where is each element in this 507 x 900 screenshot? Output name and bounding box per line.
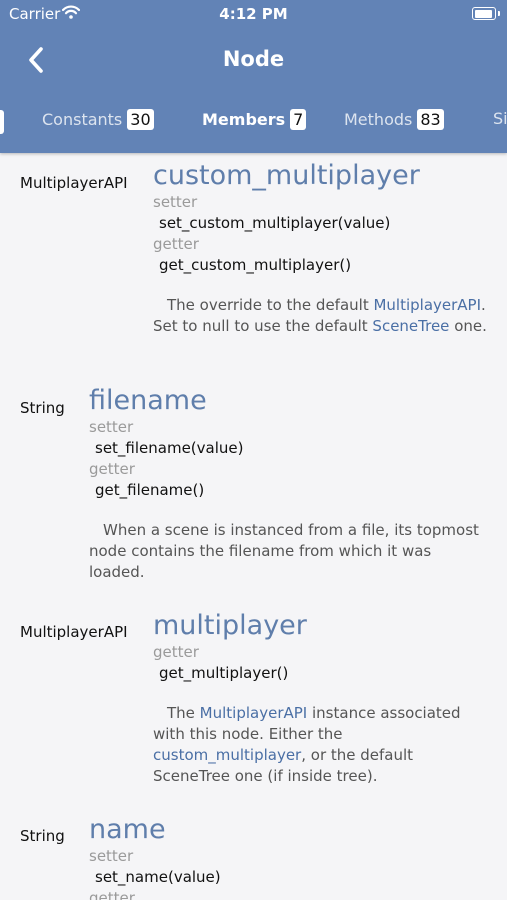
member-type: MultiplayerAPI [20,174,128,192]
link-multiplayerapi[interactable]: MultiplayerAPI [373,296,481,314]
tab-methods-count: 83 [417,109,444,130]
description-text: one. [449,317,487,335]
tab-members[interactable]: Members 7 [202,109,307,130]
getter-label: getter [153,235,199,253]
setter-label: setter [89,847,134,865]
setter-label: setter [89,418,134,436]
tab-constants-label: Constants [42,110,123,129]
member-body: custom_multiplayer setter set_custom_mul… [153,160,488,337]
member-name: filename [89,385,207,416]
member-body: name setter set_name(value) getter [89,814,489,900]
tab-constants[interactable]: Constants 30 [42,109,154,130]
clock: 4:12 PM [219,5,288,23]
member-type: String [20,399,65,417]
navigation-bar: Node [0,35,507,85]
status-bar: Carrier 4:12 PM [0,0,507,30]
member-description: The override to the default MultiplayerA… [153,295,488,337]
tab-members-label: Members [202,110,286,129]
section-tabs: Constants 30 Members 7 Methods 83 Si [0,104,507,140]
setter-value: set_filename(value) [95,439,244,457]
member-type: String [20,827,65,845]
member-description: The MultiplayerAPI instance associated w… [153,703,488,787]
member-body: multiplayer getter get_multiplayer() The… [153,610,488,787]
getter-label: getter [89,889,135,900]
getter-label: getter [153,643,199,661]
getter-label: getter [89,460,135,478]
tab-constants-count: 30 [127,109,154,130]
battery-icon [472,7,500,20]
getter-value: get_filename() [95,481,205,499]
link-multiplayerapi[interactable]: MultiplayerAPI [200,704,308,722]
tab-members-count: 7 [290,109,307,130]
tab-partial-previous[interactable] [0,110,4,134]
getter-value: get_custom_multiplayer() [159,256,352,274]
setter-value: set_name(value) [95,868,221,886]
link-custom-multiplayer[interactable]: custom_multiplayer [153,746,301,764]
member-body: filename setter set_filename(value) gett… [89,385,489,583]
setter-value: set_custom_multiplayer(value) [159,214,391,232]
member-name: custom_multiplayer [153,160,420,191]
description-text: The [167,704,200,722]
tab-methods-label: Methods [344,110,413,129]
member-description: When a scene is instanced from a file, i… [89,521,479,581]
description-text: The override to the default [167,296,374,314]
member-type: MultiplayerAPI [20,623,128,641]
members-list[interactable]: MultiplayerAPI custom_multiplayer setter… [0,153,507,900]
tab-methods[interactable]: Methods 83 [344,109,444,130]
link-scenetree[interactable]: SceneTree [372,317,449,335]
getter-value: get_multiplayer() [159,664,289,682]
tab-signals-label: Si [493,109,507,128]
member-name: multiplayer [153,610,307,641]
header: Carrier 4:12 PM Node Constants 30 Members… [0,0,507,153]
setter-label: setter [153,193,198,211]
member-name: name [89,814,166,845]
tab-signals-partial[interactable]: Si [493,109,507,128]
page-title: Node [222,47,285,71]
